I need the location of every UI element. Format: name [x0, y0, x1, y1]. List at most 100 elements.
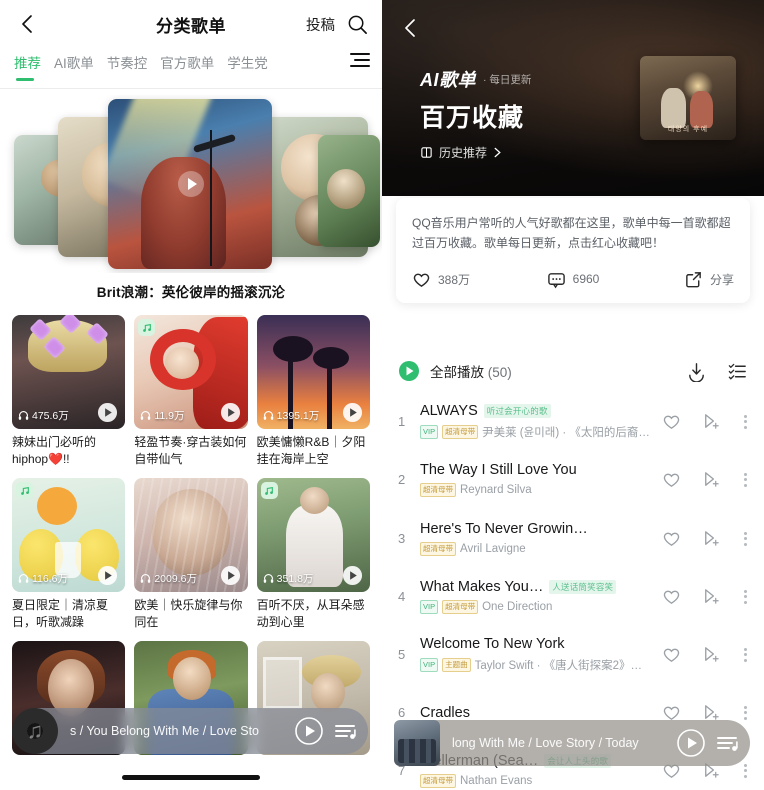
card-title: 辣妹出门必听的hiphop❤️!! — [12, 435, 97, 467]
add-to-playlist-icon[interactable] — [701, 645, 720, 664]
tag-quality: 超清母带 — [420, 483, 456, 497]
tab-ai-gedan[interactable]: AI歌单 — [54, 48, 107, 72]
tag-quality: 超清母带 — [420, 542, 456, 556]
carousel-card-far-right[interactable] — [318, 135, 380, 247]
add-to-playlist-icon[interactable] — [701, 412, 720, 431]
play-circle-icon[interactable] — [676, 728, 706, 758]
play-icon[interactable] — [177, 170, 205, 198]
play-count: 475.6万 — [18, 408, 69, 423]
playlist-queue-icon[interactable] — [330, 716, 360, 746]
more-vertical-icon[interactable] — [740, 705, 748, 720]
playlist-queue-icon[interactable] — [712, 728, 742, 758]
card-thumbnail[interactable]: 475.6万 — [12, 315, 126, 429]
more-vertical-icon[interactable] — [740, 414, 748, 429]
play-all-label[interactable]: 全部播放 (50) — [430, 361, 512, 381]
mini-player-left[interactable]: ♫ s / You Belong With Me / Love Sto — [12, 708, 368, 754]
playlist-card[interactable]: 351.8万 百听不厌，从耳朵感动到心里 — [256, 478, 370, 631]
heart-outline-icon[interactable] — [662, 645, 681, 664]
add-to-playlist-icon[interactable] — [701, 587, 720, 606]
song-index: 6 — [398, 705, 406, 720]
share-stat[interactable]: 分享 — [627, 270, 734, 289]
play-icon[interactable] — [342, 565, 363, 586]
song-row[interactable]: 1 ALWAYS 听过会开心的歌 VIP 超清母带 尹美莱 (윤미래) · 《太… — [382, 392, 764, 451]
card-thumbnail[interactable]: 11.9万 — [134, 315, 248, 429]
add-to-playlist-icon[interactable] — [701, 529, 720, 548]
song-info: Welcome To New York VIP 主题曲 Taylor Swift… — [420, 636, 662, 673]
tab-tuijian[interactable]: 推荐 — [14, 48, 54, 81]
hero-title: Brit浪潮：英伦彼岸的摇滚沉沦 — [96, 285, 286, 300]
card-title: 轻盈节奏·穿古装如何自带仙气 — [134, 435, 247, 467]
card-thumbnail[interactable]: 1395.1万 — [256, 315, 370, 429]
song-index: 2 — [398, 472, 406, 487]
song-artist: Taylor Swift · 《唐人街探案2》… — [474, 660, 642, 672]
play-icon[interactable] — [97, 402, 118, 423]
heart-outline-icon[interactable] — [662, 412, 681, 431]
play-count-value: 116.6万 — [32, 573, 68, 585]
song-info: Cradles — [420, 705, 662, 721]
more-vertical-icon[interactable] — [740, 763, 748, 778]
play-circle-green-icon[interactable] — [398, 360, 420, 382]
song-hot-tag: 人送话筒笑容笑 — [549, 580, 617, 594]
chevron-left-icon[interactable] — [396, 14, 424, 42]
heart-outline-icon[interactable] — [662, 529, 681, 548]
avatar[interactable]: ♫ — [12, 708, 58, 754]
home-indicator — [122, 775, 260, 780]
more-vertical-icon[interactable] — [740, 531, 748, 546]
tab-xueshengdang[interactable]: 学生党 — [227, 48, 281, 72]
playlist-card[interactable]: 11.9万 轻盈节奏·穿古装如何自带仙气 — [134, 315, 248, 468]
playlist-card[interactable]: 116.6万 夏日限定｜清凉夏日，听歌减躁 — [12, 478, 126, 631]
tab-label: 节奏控 — [106, 56, 148, 71]
song-index: 1 — [398, 414, 406, 429]
play-circle-icon[interactable] — [294, 716, 324, 746]
heart-outline-icon[interactable] — [662, 470, 681, 489]
play-icon[interactable] — [342, 402, 363, 423]
tab-jiezoukong[interactable]: 节奏控 — [107, 48, 161, 72]
song-row[interactable]: 2 The Way I Still Love You 超清母带 Reynard … — [382, 450, 764, 509]
playlist-card[interactable]: 1395.1万 欧美慵懒R&B｜夕阳挂在海岸上空 — [256, 315, 370, 468]
playlist-cover-art[interactable]: 태양의 후예 — [640, 56, 736, 140]
mini-player-right[interactable]: long With Me / Love Story / Today — [394, 720, 750, 766]
search-icon[interactable] — [347, 14, 368, 35]
song-row[interactable]: 3 Here's To Never Growing Up (E… 超清母带 Av… — [382, 509, 764, 568]
chevron-left-icon[interactable] — [14, 11, 40, 37]
song-row[interactable]: 5 Welcome To New York VIP 主题曲 Taylor Swi… — [382, 625, 764, 684]
heart-outline-icon[interactable] — [662, 587, 681, 606]
tag-vip: VIP — [420, 600, 439, 614]
song-index: 4 — [398, 589, 406, 604]
like-stat[interactable]: 388万 — [412, 270, 519, 289]
music-badge-icon — [260, 482, 278, 499]
tab-label: AI歌单 — [54, 56, 94, 71]
tag-vip: VIP — [420, 425, 439, 439]
playlist-card[interactable]: 2009.6万 欧美｜快乐旋律与你同在 — [134, 478, 248, 631]
song-actions — [662, 645, 748, 664]
card-thumbnail[interactable]: 116.6万 — [12, 478, 126, 592]
play-icon[interactable] — [220, 402, 241, 423]
more-vertical-icon[interactable] — [740, 589, 748, 604]
play-icon[interactable] — [220, 565, 241, 586]
tab-label: 推荐 — [14, 56, 41, 71]
batch-select-icon[interactable] — [727, 361, 748, 382]
playlist-title: 百万收藏 — [420, 104, 525, 132]
download-icon[interactable] — [686, 361, 707, 382]
comment-stat[interactable]: 6960 — [519, 270, 626, 289]
more-vertical-icon[interactable] — [740, 647, 748, 662]
now-playing-title: long With Me / Love Story / Today — [452, 736, 639, 750]
playlist-card[interactable]: 475.6万 辣妹出门必听的hiphop❤️!! — [12, 315, 126, 468]
add-to-playlist-icon[interactable] — [701, 470, 720, 489]
play-all-text: 全部播放 — [430, 365, 484, 380]
hero-carousel[interactable] — [0, 95, 382, 273]
hamburger-menu-icon[interactable] — [350, 48, 370, 67]
song-info: The Way I Still Love You 超清母带 Reynard Si… — [420, 462, 662, 497]
tab-guanfang-gedan[interactable]: 官方歌单 — [160, 48, 227, 72]
card-thumbnail[interactable]: 351.8万 — [256, 478, 370, 592]
submit-button[interactable]: 投稿 — [306, 14, 335, 35]
song-title: The Way I Still Love You — [420, 462, 577, 478]
song-info: Here's To Never Growing Up (E… 超清母带 Avri… — [420, 521, 662, 556]
history-recommend-link[interactable]: 历史推荐 — [420, 144, 531, 161]
more-vertical-icon[interactable] — [740, 472, 748, 487]
album-art[interactable] — [394, 720, 440, 766]
play-icon[interactable] — [97, 565, 118, 586]
card-thumbnail[interactable]: 2009.6万 — [134, 478, 248, 592]
song-row[interactable]: 4 What Makes You… 人送话筒笑容笑 VIP 超清母带 One D… — [382, 567, 764, 626]
card-title: 百听不厌，从耳朵感动到心里 — [256, 598, 365, 630]
